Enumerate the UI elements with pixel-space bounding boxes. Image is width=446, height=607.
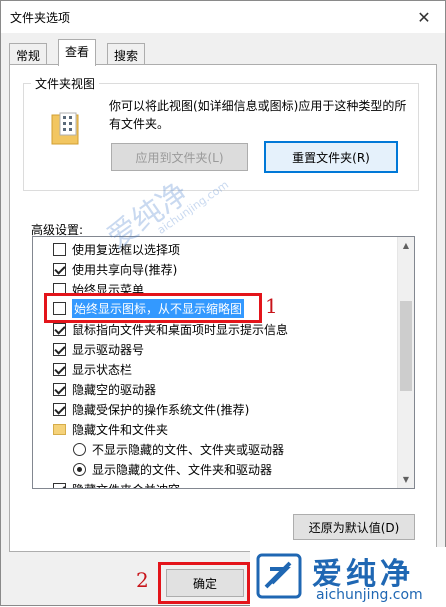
- tab-search[interactable]: 搜索: [107, 43, 146, 65]
- folder-icon: [53, 423, 66, 435]
- tab-bar: 常规 查看 搜索: [1, 39, 445, 66]
- advanced-settings-list: 使用复选框以选择项 使用共享向导(推荐) 始终显示菜单 始终显示图标，从不显示缩…: [32, 236, 415, 489]
- checkbox[interactable]: [53, 482, 66, 488]
- logo-mark-icon: [256, 553, 302, 599]
- list-item[interactable]: 使用共享向导(推荐): [53, 259, 177, 279]
- scroll-down-icon[interactable]: ▼: [398, 471, 414, 488]
- list-item[interactable]: 不显示隐藏的文件、文件夹或驱动器: [73, 439, 284, 459]
- window-title: 文件夹选项: [10, 11, 71, 25]
- reset-folders-button[interactable]: 重置文件夹(R): [264, 141, 398, 173]
- list-item[interactable]: 显示隐藏的文件、文件夹和驱动器: [73, 459, 272, 479]
- checkbox[interactable]: [53, 322, 66, 336]
- apply-to-folders-button[interactable]: 应用到文件夹(L): [111, 143, 248, 171]
- folder-options-dialog: 文件夹选项 ✕ 常规 查看 搜索 文件夹视图 你可以将此视图(如详细信息或图标)…: [0, 0, 446, 607]
- annotation-step2: 2: [136, 568, 149, 592]
- ok-button[interactable]: 确定: [166, 569, 244, 597]
- title-bar: 文件夹选项 ✕: [1, 1, 445, 33]
- folder-view-icon: [51, 112, 79, 145]
- list-item[interactable]: 隐藏受保护的操作系统文件(推荐): [53, 399, 249, 419]
- logo-url: aichunjing.com: [316, 587, 423, 603]
- list-item-folder-group: 隐藏文件和文件夹: [53, 419, 168, 439]
- radio-button[interactable]: [73, 462, 86, 476]
- list-item[interactable]: 显示状态栏: [53, 359, 132, 379]
- close-icon[interactable]: ✕: [411, 5, 437, 29]
- list-item[interactable]: 显示驱动器号: [53, 339, 144, 359]
- list-scrollbar[interactable]: ▲ ▼: [397, 237, 414, 488]
- tab-view[interactable]: 查看: [58, 39, 97, 66]
- folder-views-legend: 文件夹视图: [31, 75, 100, 92]
- annotation-step1: 1: [265, 294, 278, 318]
- folder-views-description: 你可以将此视图(如详细信息或图标)应用于这种类型的所有文件夹。: [109, 99, 407, 131]
- list-item[interactable]: 隐藏空的驱动器: [53, 379, 156, 399]
- checkbox[interactable]: [53, 242, 66, 256]
- checkbox[interactable]: [53, 342, 66, 356]
- checkbox[interactable]: [53, 362, 66, 376]
- scroll-up-icon[interactable]: ▲: [398, 237, 414, 254]
- scroll-thumb[interactable]: [400, 301, 412, 391]
- restore-defaults-button[interactable]: 还原为默认值(D): [293, 514, 415, 540]
- list-item[interactable]: 隐藏文件夹合并冲突: [53, 479, 180, 488]
- checkbox[interactable]: [53, 262, 66, 276]
- checkbox[interactable]: [53, 382, 66, 396]
- highlight-box-step1: [44, 293, 262, 323]
- site-logo: 爱纯净 aichunjing.com: [250, 547, 446, 607]
- radio-button[interactable]: [73, 442, 86, 456]
- tab-general[interactable]: 常规: [9, 43, 48, 65]
- checkbox[interactable]: [53, 402, 66, 416]
